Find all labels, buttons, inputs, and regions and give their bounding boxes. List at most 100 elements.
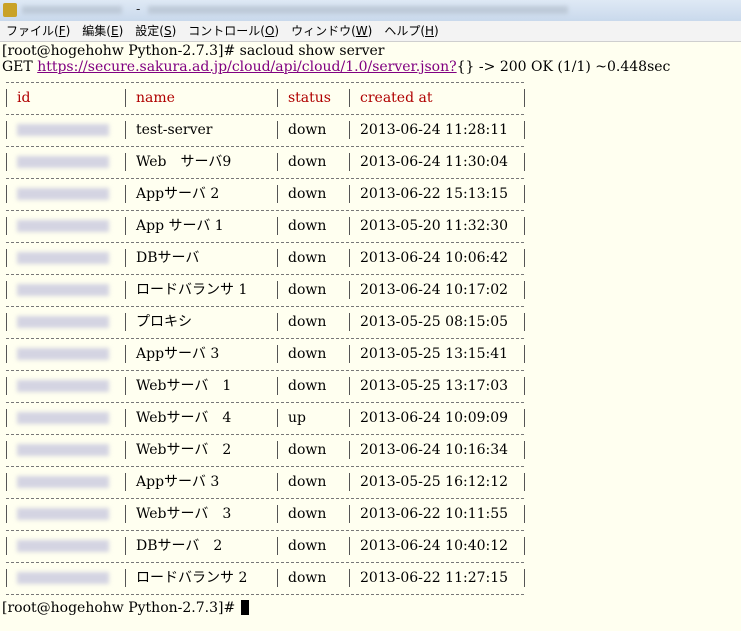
table-column-divider bbox=[349, 185, 350, 203]
table-column-divider bbox=[6, 185, 7, 203]
table-column-divider bbox=[6, 121, 7, 139]
api-url-link[interactable]: https://secure.sakura.ad.jp/cloud/api/cl… bbox=[37, 59, 456, 75]
menu-item-e[interactable]: 編集(E) bbox=[76, 21, 129, 41]
header-status: status bbox=[288, 90, 331, 106]
table-column-divider bbox=[6, 537, 7, 555]
row-status: up bbox=[288, 410, 306, 426]
redacted-id bbox=[17, 540, 109, 552]
row-created-at: 2013-05-25 16:12:12 bbox=[360, 474, 509, 490]
row-name: ロードバランサ 1 bbox=[136, 282, 248, 298]
table-separator bbox=[6, 402, 524, 403]
row-name: DBサーバ bbox=[136, 250, 200, 266]
header-id: id bbox=[17, 90, 31, 106]
table-separator bbox=[6, 594, 524, 595]
table-column-divider bbox=[277, 505, 278, 523]
table-column-divider bbox=[277, 313, 278, 331]
row-name: test-server bbox=[136, 122, 213, 138]
row-name: ロードバランサ 2 bbox=[136, 570, 248, 586]
table-column-divider bbox=[277, 537, 278, 555]
table-column-divider bbox=[277, 249, 278, 267]
row-status: down bbox=[288, 154, 327, 170]
row-status: down bbox=[288, 442, 327, 458]
table-column-divider bbox=[6, 313, 7, 331]
row-created-at: 2013-06-24 10:06:42 bbox=[360, 250, 509, 266]
table-column-divider bbox=[277, 569, 278, 587]
menu-item-s[interactable]: 設定(S) bbox=[129, 21, 182, 41]
table-column-divider bbox=[125, 505, 126, 523]
table-column-divider bbox=[349, 313, 350, 331]
row-status: down bbox=[288, 538, 327, 554]
header-created-at: created at bbox=[360, 90, 433, 106]
terminal-area[interactable]: [root@hogehohw Python-2.7.3]# sacloud sh… bbox=[0, 42, 741, 631]
table-separator bbox=[6, 306, 524, 307]
row-name: プロキシ bbox=[136, 314, 192, 330]
redacted-id bbox=[17, 348, 109, 360]
table-column-divider bbox=[277, 345, 278, 363]
table-column-divider bbox=[6, 89, 7, 107]
table-column-divider bbox=[125, 89, 126, 107]
title-blur bbox=[148, 6, 568, 14]
terminal-app-icon bbox=[3, 3, 17, 17]
table-separator bbox=[6, 338, 524, 339]
table-column-divider bbox=[524, 281, 525, 299]
table-column-divider bbox=[524, 313, 525, 331]
table-column-divider bbox=[524, 249, 525, 267]
row-name: Appサーバ 3 bbox=[136, 346, 220, 362]
row-name: Webサーバ 2 bbox=[136, 442, 232, 458]
row-created-at: 2013-06-24 10:17:02 bbox=[360, 282, 509, 298]
table-column-divider bbox=[349, 89, 350, 107]
table-separator bbox=[6, 146, 524, 147]
table-separator bbox=[6, 242, 524, 243]
terminal-cursor bbox=[241, 600, 249, 615]
table-column-divider bbox=[125, 537, 126, 555]
row-status: down bbox=[288, 314, 327, 330]
redacted-id bbox=[17, 124, 109, 136]
table-column-divider bbox=[125, 441, 126, 459]
table-column-divider bbox=[277, 153, 278, 171]
table-column-divider bbox=[349, 153, 350, 171]
table-column-divider bbox=[125, 249, 126, 267]
menu-item-h[interactable]: ヘルプ(H) bbox=[378, 21, 444, 41]
table-column-divider bbox=[6, 153, 7, 171]
table-column-divider bbox=[349, 473, 350, 491]
table-column-divider bbox=[277, 473, 278, 491]
table-column-divider bbox=[125, 473, 126, 491]
redacted-id bbox=[17, 572, 109, 584]
row-created-at: 2013-06-24 10:16:34 bbox=[360, 442, 509, 458]
title-separator: - bbox=[136, 2, 141, 16]
menu-item-f[interactable]: ファイル(F) bbox=[0, 21, 76, 41]
table-separator bbox=[6, 370, 524, 371]
row-created-at: 2013-06-24 11:28:11 bbox=[360, 122, 509, 138]
table-separator bbox=[6, 434, 524, 435]
row-created-at: 2013-06-24 10:09:09 bbox=[360, 410, 509, 426]
redacted-id bbox=[17, 508, 109, 520]
table-column-divider bbox=[349, 345, 350, 363]
table-column-divider bbox=[524, 537, 525, 555]
menu-item-w[interactable]: ウィンドウ(W) bbox=[285, 21, 378, 41]
command-line: [root@hogehohw Python-2.7.3]# sacloud sh… bbox=[2, 43, 384, 59]
redacted-id bbox=[17, 188, 109, 200]
row-status: down bbox=[288, 474, 327, 490]
title-blur bbox=[22, 6, 122, 14]
table-column-divider bbox=[125, 313, 126, 331]
table-column-divider bbox=[6, 473, 7, 491]
table-column-divider bbox=[349, 377, 350, 395]
table-column-divider bbox=[125, 217, 126, 235]
row-created-at: 2013-06-24 10:40:12 bbox=[360, 538, 509, 554]
window-titlebar: - bbox=[0, 0, 741, 22]
row-created-at: 2013-06-22 10:11:55 bbox=[360, 506, 509, 522]
get-suffix: {} -> 200 OK (1/1) ~0.448sec bbox=[456, 59, 671, 75]
row-name: Webサーバ 1 bbox=[136, 378, 232, 394]
command: sacloud show server bbox=[239, 43, 385, 59]
table-column-divider bbox=[277, 441, 278, 459]
row-status: down bbox=[288, 122, 327, 138]
row-created-at: 2013-06-22 15:13:15 bbox=[360, 186, 509, 202]
menu-item-o[interactable]: コントロール(O) bbox=[182, 21, 285, 41]
table-column-divider bbox=[524, 217, 525, 235]
row-created-at: 2013-05-25 13:17:03 bbox=[360, 378, 509, 394]
header-name: name bbox=[136, 90, 175, 106]
table-column-divider bbox=[125, 345, 126, 363]
table-column-divider bbox=[277, 281, 278, 299]
table-column-divider bbox=[524, 441, 525, 459]
row-created-at: 2013-05-25 13:15:41 bbox=[360, 346, 509, 362]
